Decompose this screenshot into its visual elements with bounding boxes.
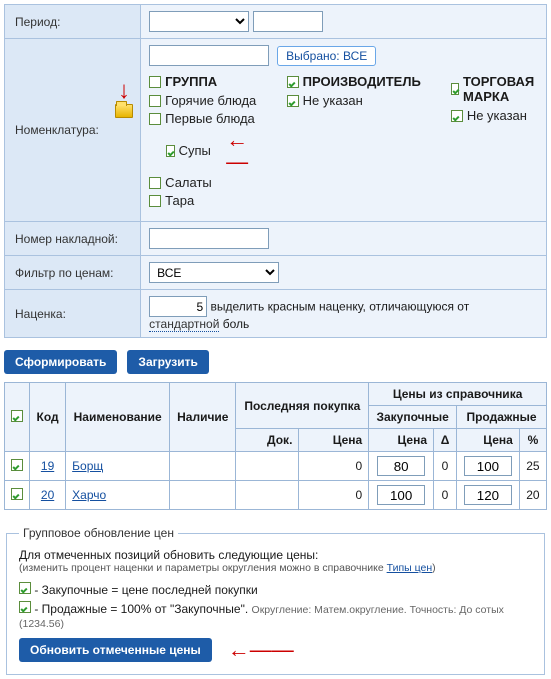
update-prices-button[interactable]: Обновить отмеченные цены [19, 638, 212, 662]
price-table: Код Наименование Наличие Последняя покуп… [4, 382, 547, 510]
group-header: ГРУППА [165, 74, 217, 89]
markup-standard-link[interactable]: стандартной [149, 317, 219, 332]
filter-form: Период: Номенклатура: ↓ Выбрано: ВСЕ [4, 4, 547, 338]
brand-none[interactable]: Не указан [467, 108, 527, 124]
group-update-fieldset: Групповое обновление цен Для отмеченных … [6, 526, 545, 675]
markup-input[interactable] [149, 296, 207, 317]
row-code-link[interactable]: 19 [41, 459, 54, 473]
row-last-price: 0 [299, 452, 369, 481]
invoice-input[interactable] [149, 228, 269, 249]
row-code-link[interactable]: 20 [41, 488, 54, 502]
markup-hint-suffix: боль [219, 317, 249, 331]
producer-none[interactable]: Не указан [303, 93, 363, 109]
col-purchase: Закупочные [369, 406, 457, 429]
markup-label: Наценка: [5, 290, 141, 338]
row-delta: 0 [434, 481, 457, 510]
tree-item-hot[interactable]: Горячие блюда [165, 93, 256, 109]
tree-checkbox-checked[interactable] [451, 110, 463, 122]
group-header-checkbox[interactable] [149, 76, 161, 88]
period-to-input[interactable] [253, 11, 323, 32]
col-pct: % [519, 429, 546, 452]
table-row: 19 Борщ 0 0 25 [5, 452, 547, 481]
opt-sale-label: - Продажные = 100% от "Закупочные". [31, 602, 252, 616]
row-pct: 20 [519, 481, 546, 510]
col-stock: Наличие [170, 383, 236, 452]
col-sale-price: Цена [457, 429, 520, 452]
price-filter-select[interactable]: ВСЕ [149, 262, 279, 283]
arrow-down-icon: ↓ [118, 81, 130, 100]
selected-all-button[interactable]: Выбрано: ВСЕ [277, 46, 376, 66]
row-buy-input[interactable] [377, 456, 425, 476]
invoice-label: Номер накладной: [5, 222, 141, 256]
row-buy-input[interactable] [377, 485, 425, 505]
generate-button[interactable]: Сформировать [4, 350, 117, 374]
producer-header-checkbox[interactable] [287, 76, 299, 88]
row-last-price: 0 [299, 481, 369, 510]
tree-checkbox[interactable] [149, 113, 161, 125]
tree-checkbox-checked[interactable] [287, 95, 299, 107]
col-doc: Док. [236, 429, 299, 452]
load-button[interactable]: Загрузить [127, 350, 208, 374]
nomenclature-search-input[interactable] [149, 45, 269, 66]
col-ref-prices: Цены из справочника [369, 383, 547, 406]
row-name-link[interactable]: Борщ [72, 459, 103, 473]
row-delta: 0 [434, 452, 457, 481]
period-label: Период: [5, 5, 141, 39]
table-row: 20 Харчо 0 0 20 [5, 481, 547, 510]
row-sale-input[interactable] [464, 485, 512, 505]
col-buy-price: Цена [369, 429, 434, 452]
arrow-left-icon: ←—— [228, 639, 294, 661]
group-line1: Для отмеченных позиций обновить следующи… [19, 548, 532, 562]
tree-checkbox[interactable] [149, 195, 161, 207]
tree-item-first[interactable]: Первые блюда [165, 111, 255, 127]
row-checkbox[interactable] [11, 488, 23, 500]
col-sale: Продажные [457, 406, 547, 429]
group-hint-prefix: (изменить процент наценки и параметры ок… [19, 562, 387, 574]
producer-header: ПРОИЗВОДИТЕЛЬ [303, 74, 421, 89]
col-name: Наименование [66, 383, 170, 452]
tree-item-salads[interactable]: Салаты [165, 175, 212, 191]
col-last-price: Цена [299, 429, 369, 452]
tree-item-tara[interactable]: Тара [165, 193, 194, 209]
group-hint-suffix: ) [432, 562, 436, 574]
opt-purchase-label: - Закупочные = цене последней покупки [31, 583, 258, 597]
price-types-link[interactable]: Типы цен [387, 562, 433, 574]
row-name-link[interactable]: Харчо [72, 488, 106, 502]
nomenclature-label: Номенклатура: ↓ [5, 39, 141, 222]
tree-checkbox[interactable] [149, 177, 161, 189]
arrow-left-icon: ←— [226, 129, 257, 173]
brand-header: ТОРГОВАЯ МАРКА [463, 74, 538, 104]
tree-checkbox[interactable] [149, 95, 161, 107]
row-checkbox[interactable] [11, 459, 23, 471]
group-legend: Групповое обновление цен [19, 526, 178, 540]
col-delta: Δ [434, 429, 457, 452]
period-from-select[interactable] [149, 11, 249, 32]
tree-checkbox-checked[interactable] [166, 145, 175, 157]
tree-item-soups[interactable]: Супы [179, 143, 211, 159]
brand-header-checkbox[interactable] [451, 83, 459, 95]
col-code: Код [30, 383, 66, 452]
price-filter-label: Фильтр по ценам: [5, 256, 141, 290]
opt-purchase-checkbox[interactable] [19, 582, 31, 594]
select-all-checkbox[interactable] [11, 410, 23, 422]
row-sale-input[interactable] [464, 456, 512, 476]
markup-hint-prefix: выделить красным наценку, отличающуюся о… [211, 300, 470, 314]
opt-sale-checkbox[interactable] [19, 601, 31, 613]
folder-icon[interactable] [115, 104, 133, 118]
col-last-purchase: Последняя покупка [236, 383, 369, 429]
row-pct: 25 [519, 452, 546, 481]
